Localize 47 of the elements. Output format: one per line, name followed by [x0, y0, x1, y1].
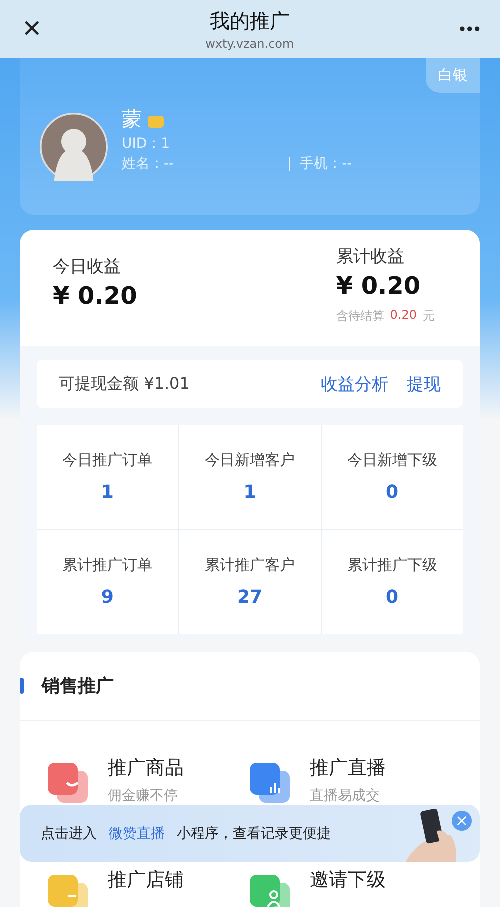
stat-label: 今日新增下级 [347, 451, 438, 470]
stat-value: 27 [237, 587, 263, 608]
pending-amount: 0.20 [390, 308, 417, 324]
close-button[interactable]: ✕ [22, 15, 42, 43]
stat-label: 累计推广客户 [204, 556, 295, 575]
stat-value: 0 [386, 482, 399, 503]
feature-title[interactable]: 推广直播 [310, 755, 386, 781]
feature-subtitle: 佣金赚不停 [108, 787, 179, 805]
user-name: 蒙 [122, 106, 142, 133]
page-domain: wxty.vzan.com [206, 36, 294, 50]
analysis-link[interactable]: 收益分析 [321, 372, 389, 396]
phone-number: 手机：-- [300, 155, 352, 173]
stat-value: 9 [101, 587, 114, 608]
stat-label: 累计推广订单 [62, 556, 153, 575]
feature-subtitle: 直播易成交 [310, 787, 381, 805]
avatar [40, 112, 108, 180]
feature-title[interactable]: 邀请下级 [310, 867, 386, 893]
user-id: UID：1 [122, 135, 172, 153]
more-button[interactable]: ••• [458, 20, 480, 38]
store-icon[interactable] [48, 875, 88, 907]
banner-text: 点击进入 [41, 824, 97, 842]
person-icon[interactable] [250, 875, 290, 907]
earnings-amount: ¥ 0.20 [336, 272, 422, 300]
feature-title[interactable]: 推广店铺 [108, 867, 184, 893]
earnings-label: 累计收益 [336, 246, 406, 268]
stat-value: 1 [244, 482, 256, 503]
shopping-bag-icon[interactable] [48, 763, 88, 803]
earnings-label: 今日收益 [53, 256, 122, 278]
pending-unit: 元 [423, 308, 435, 325]
stat-label: 累计推广下级 [347, 556, 438, 575]
level-badge: 白银 [426, 58, 480, 93]
stat-value: 1 [101, 482, 114, 503]
feature-title[interactable]: 推广商品 [108, 755, 184, 781]
page-title: 我的推广 [210, 8, 290, 34]
earnings-amount: ¥ 0.20 [53, 282, 138, 310]
real-name: 姓名：-- [122, 155, 174, 173]
promo-toast[interactable]: 点击进入 微赞直播 小程序，查看记录更便捷 × [20, 805, 480, 862]
stat-label: 今日新增客户 [204, 451, 295, 470]
withdrawable-amount: 可提现金额 ¥1.01 [59, 374, 191, 394]
stat-value: 0 [386, 587, 399, 608]
banner-text: 小程序，查看记录更便捷 [177, 824, 331, 842]
section-title: 销售推广 [42, 675, 114, 698]
bar-chart-icon[interactable] [250, 763, 290, 803]
mini-program-link[interactable]: 微赞直播 [109, 824, 165, 842]
stat-label: 今日推广订单 [62, 451, 153, 470]
withdraw-link[interactable]: 提现 [407, 372, 441, 396]
pending-label: 含待结算 [336, 308, 384, 325]
